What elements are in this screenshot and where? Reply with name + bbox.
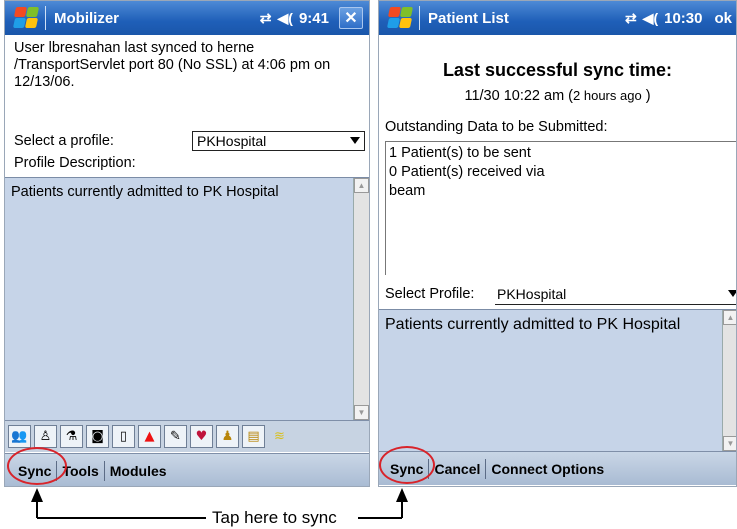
arrow-up-icon <box>396 488 408 502</box>
callout-text: Tap here to sync <box>212 508 337 527</box>
callout-connector <box>31 488 408 519</box>
arrow-up-icon <box>31 488 43 502</box>
